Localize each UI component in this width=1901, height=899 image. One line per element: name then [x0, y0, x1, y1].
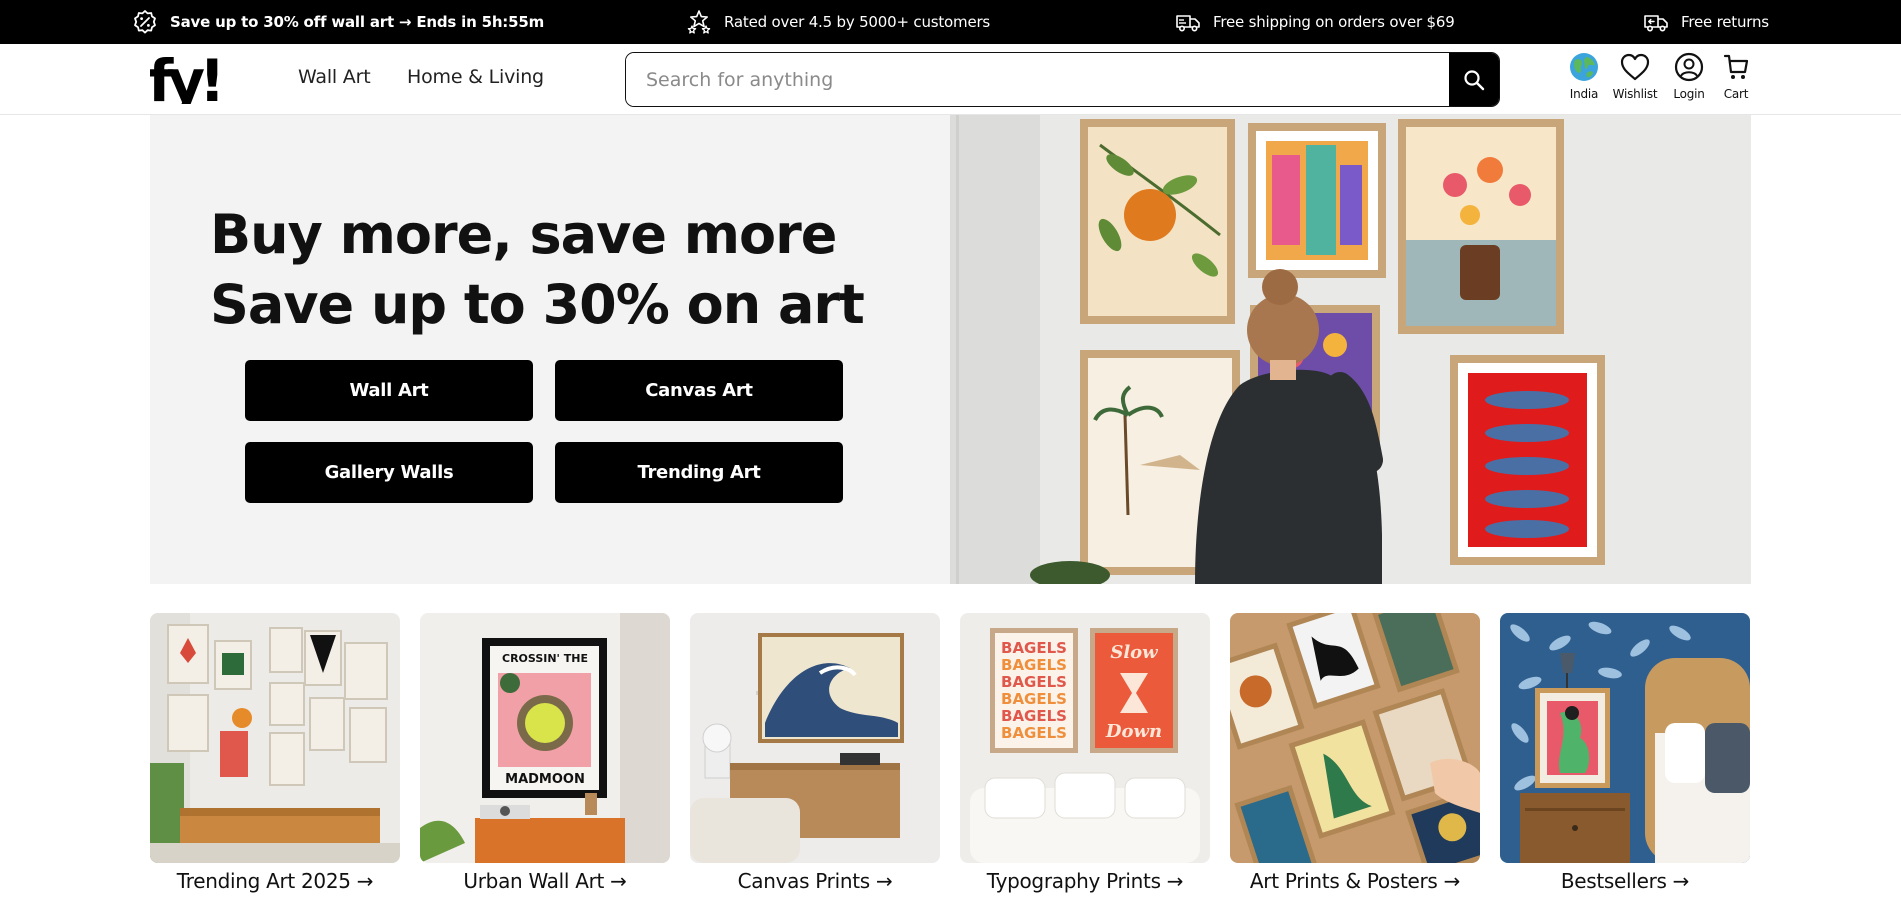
- hero-promo-panel: Buy more, save more Save up to 30% on ar…: [150, 115, 950, 584]
- heart-icon: [1620, 53, 1650, 81]
- hero-button-gallery-walls[interactable]: Gallery Walls: [245, 442, 533, 503]
- category-card-art-prints-posters[interactable]: Art Prints & Posters →: [1230, 613, 1480, 893]
- typography-slow-text: Slow: [1110, 642, 1159, 663]
- logo-text: fy!: [150, 56, 220, 104]
- typography-word-1: BAGELS: [1001, 639, 1067, 657]
- canvas-prints-thumbnail: [690, 613, 940, 863]
- hero-title: Buy more, save more Save up to 30% on ar…: [210, 200, 865, 340]
- hero-button-canvas-art[interactable]: Canvas Art: [555, 360, 843, 421]
- trending-art-thumbnail: [150, 613, 400, 863]
- typography-down-text: Down: [1105, 721, 1162, 742]
- bestsellers-thumbnail: [1500, 613, 1750, 863]
- category-label: Typography Prints →: [986, 869, 1184, 893]
- typography-word-5: BAGELS: [1001, 707, 1067, 725]
- wishlist-label: Wishlist: [1612, 87, 1658, 101]
- typography-word-3: BAGELS: [1001, 673, 1067, 691]
- urban-poster-top-text: CROSSIN' THE: [502, 652, 588, 665]
- search-button[interactable]: [1449, 53, 1499, 106]
- site-header: fy! Wall Art Home & Living India: [0, 44, 1901, 115]
- nav-wall-art[interactable]: Wall Art: [298, 66, 371, 88]
- globe-icon: [1570, 53, 1598, 81]
- typography-prints-thumbnail: BAGELS BAGELS BAGELS BAGELS BAGELS BAGEL…: [960, 613, 1210, 863]
- hero-image[interactable]: [950, 115, 1751, 584]
- announcement-sale[interactable]: Save up to 30% off wall art → Ends in 5h…: [132, 0, 544, 44]
- login-label: Login: [1673, 87, 1705, 101]
- truck-icon: [1176, 15, 1200, 32]
- hero-button-wall-art[interactable]: Wall Art: [245, 360, 533, 421]
- urban-wall-art-thumbnail: CROSSIN' THE MADMOON: [420, 613, 670, 863]
- login-link[interactable]: Login: [1666, 50, 1712, 101]
- fy-logo[interactable]: fy!: [150, 56, 242, 104]
- typography-word-2: BAGELS: [1001, 656, 1067, 674]
- announcement-shipping-text: Free shipping on orders over $69: [1213, 13, 1455, 31]
- percent-badge-icon: [134, 10, 156, 34]
- category-label: Art Prints & Posters →: [1249, 869, 1461, 893]
- return-truck-icon: [1644, 15, 1668, 32]
- category-card-urban-wall-art[interactable]: CROSSIN' THE MADMOON Urban Wall Art →: [420, 613, 670, 893]
- announcement-bar: Save up to 30% off wall art → Ends in 5h…: [0, 0, 1901, 44]
- category-label: Trending Art 2025 →: [176, 869, 374, 893]
- hero-title-line-1: Buy more, save more: [210, 203, 837, 266]
- announcement-returns: Free returns: [1643, 0, 1769, 44]
- cart-link[interactable]: Cart: [1716, 50, 1756, 101]
- announcement-shipping: Free shipping on orders over $69: [1175, 0, 1455, 44]
- urban-poster-bottom-text: MADMOON: [505, 772, 585, 787]
- announcement-returns-text: Free returns: [1681, 13, 1769, 31]
- country-label: India: [1569, 87, 1599, 101]
- announcement-rating: Rated over 4.5 by 5000+ customers: [686, 0, 990, 44]
- search-input[interactable]: [626, 53, 1449, 106]
- search-icon: [1464, 69, 1485, 90]
- announcement-rating-text: Rated over 4.5 by 5000+ customers: [724, 13, 991, 31]
- hero-button-trending-art[interactable]: Trending Art: [555, 442, 843, 503]
- category-label: Urban Wall Art →: [463, 869, 627, 893]
- typography-word-6: BAGELS: [1001, 724, 1067, 742]
- category-card-bestsellers[interactable]: Bestsellers →: [1500, 613, 1750, 893]
- cart-icon: [1723, 54, 1749, 79]
- user-icon: [1674, 52, 1704, 82]
- hero-gallery-wall-photo: [950, 115, 1751, 584]
- cart-label: Cart: [1723, 87, 1749, 101]
- wishlist-link[interactable]: Wishlist: [1610, 50, 1660, 101]
- country-selector[interactable]: India: [1566, 50, 1602, 101]
- nav-home-living[interactable]: Home & Living: [407, 66, 544, 88]
- announcement-sale-text: Save up to 30% off wall art → Ends in 5h…: [170, 13, 545, 31]
- stars-icon: [687, 10, 711, 34]
- art-prints-posters-thumbnail: [1230, 613, 1480, 863]
- category-card-typography-prints[interactable]: BAGELS BAGELS BAGELS BAGELS BAGELS BAGEL…: [960, 613, 1210, 893]
- category-label: Bestsellers →: [1560, 869, 1690, 893]
- hero-title-line-2: Save up to 30% on art: [210, 273, 865, 336]
- search-bar: [625, 52, 1500, 107]
- category-card-canvas-prints[interactable]: Canvas Prints →: [690, 613, 940, 893]
- category-card-trending-art[interactable]: Trending Art 2025 →: [150, 613, 400, 893]
- category-label: Canvas Prints →: [737, 869, 893, 893]
- typography-word-4: BAGELS: [1001, 690, 1067, 708]
